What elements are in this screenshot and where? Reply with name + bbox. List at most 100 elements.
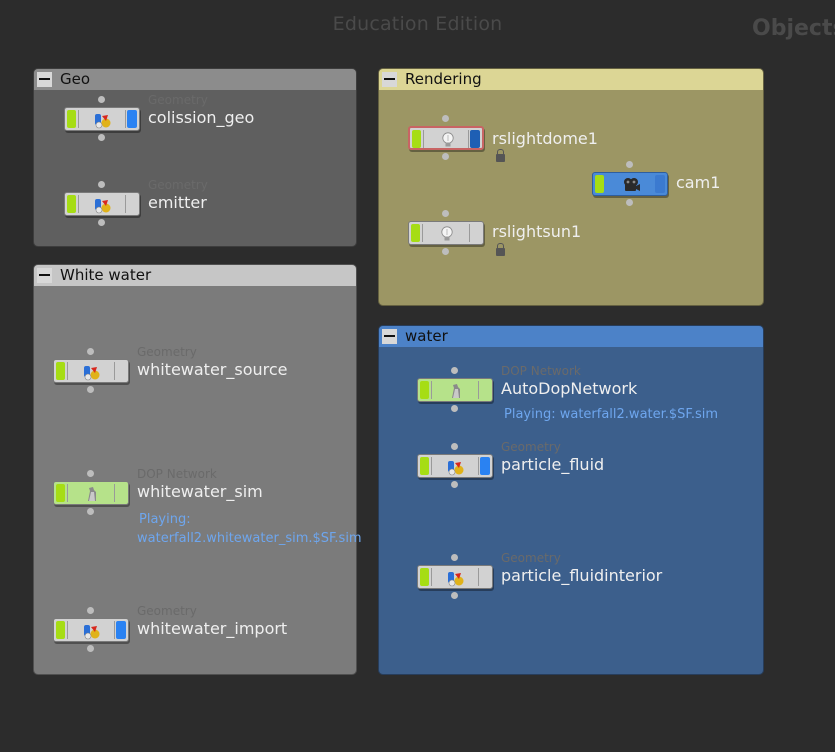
box-header[interactable]: Geo [34, 69, 356, 90]
display-flag[interactable] [420, 568, 429, 586]
node-name-label[interactable]: particle_fluidinterior [501, 566, 662, 585]
input-connector[interactable] [451, 443, 458, 450]
input-connector[interactable] [87, 348, 94, 355]
node-type-label: Geometry [137, 345, 197, 359]
node-name-label[interactable]: cam1 [676, 173, 720, 192]
node-type-label: DOP Network [501, 364, 581, 378]
lock-icon [496, 149, 505, 162]
output-connector[interactable] [451, 592, 458, 599]
display-flag[interactable] [595, 175, 604, 193]
input-connector[interactable] [87, 470, 94, 477]
node-tile[interactable] [53, 481, 129, 505]
node-name-label[interactable]: emitter [148, 193, 207, 212]
node-tile[interactable] [64, 107, 140, 131]
output-connector[interactable] [87, 508, 94, 515]
input-connector[interactable] [442, 115, 449, 122]
input-connector[interactable] [451, 554, 458, 561]
input-connector[interactable] [451, 367, 458, 374]
geometry-icon [93, 111, 113, 129]
display-flag[interactable] [420, 457, 429, 475]
box-title: Geo [60, 70, 91, 88]
output-connector[interactable] [451, 405, 458, 412]
display-flag[interactable] [56, 362, 65, 380]
render-flag[interactable] [655, 175, 665, 193]
input-connector[interactable] [626, 161, 633, 168]
node-name-label[interactable]: whitewater_sim [137, 482, 263, 501]
box-title: White water [60, 266, 152, 284]
display-flag[interactable] [67, 110, 76, 128]
network-box-geo[interactable]: Geo Geometry colission_geo Geometry emit… [33, 68, 357, 247]
node-tile[interactable] [408, 126, 484, 150]
node-name-label[interactable]: particle_fluid [501, 455, 604, 474]
node-tile[interactable] [64, 192, 140, 216]
output-connector[interactable] [87, 386, 94, 393]
render-flag[interactable] [470, 130, 480, 148]
render-flag[interactable] [127, 110, 137, 128]
output-connector[interactable] [442, 153, 449, 160]
box-title: Rendering [405, 70, 482, 88]
node-name-label[interactable]: colission_geo [148, 108, 254, 127]
input-connector[interactable] [98, 181, 105, 188]
node-type-label: DOP Network [137, 467, 217, 481]
node-type-label: Geometry [137, 604, 197, 618]
node-type-label: Geometry [501, 440, 561, 454]
input-connector[interactable] [442, 210, 449, 217]
dop-network-icon [82, 485, 102, 503]
node-type-label: Geometry [501, 551, 561, 565]
collapse-box-button[interactable] [37, 72, 52, 87]
collapse-box-button[interactable] [382, 72, 397, 87]
geometry-icon [446, 458, 466, 476]
geometry-icon [82, 363, 102, 381]
light-bulb-icon [437, 225, 457, 243]
network-context-label: Objects [752, 16, 835, 41]
playing-status: Playing: waterfall2.water.$SF.sim [504, 407, 719, 422]
display-flag[interactable] [67, 195, 76, 213]
display-flag[interactable] [411, 224, 420, 242]
geometry-icon [93, 196, 113, 214]
network-box-rendering[interactable]: Rendering rslightdome1 cam1 rslightsun1 [378, 68, 764, 306]
render-flag[interactable] [116, 621, 126, 639]
input-connector[interactable] [98, 96, 105, 103]
node-type-label: Geometry [148, 178, 208, 192]
box-header[interactable]: water [379, 326, 763, 347]
geometry-icon [446, 569, 466, 587]
box-header[interactable]: White water [34, 265, 356, 286]
playing-status-path: waterfall2.whitewater_sim.$SF.sim [137, 531, 362, 546]
node-tile[interactable] [408, 221, 484, 245]
render-flag[interactable] [480, 457, 490, 475]
geometry-icon [82, 622, 102, 640]
node-tile[interactable] [417, 565, 493, 589]
output-connector[interactable] [626, 199, 633, 206]
output-connector[interactable] [98, 219, 105, 226]
node-tile[interactable] [592, 172, 668, 196]
node-name-label[interactable]: whitewater_source [137, 360, 288, 379]
output-connector[interactable] [98, 134, 105, 141]
output-connector[interactable] [87, 645, 94, 652]
lock-icon [496, 243, 505, 256]
node-tile[interactable] [417, 378, 493, 402]
node-name-label[interactable]: AutoDopNetwork [501, 379, 637, 398]
camera-icon [621, 176, 641, 194]
display-flag[interactable] [56, 621, 65, 639]
display-flag[interactable] [56, 484, 65, 502]
playing-status: Playing: [139, 512, 191, 527]
input-connector[interactable] [87, 607, 94, 614]
node-tile[interactable] [53, 618, 129, 642]
output-connector[interactable] [442, 248, 449, 255]
dop-network-icon [446, 382, 466, 400]
node-name-label[interactable]: whitewater_import [137, 619, 287, 638]
network-box-water[interactable]: water DOP Network AutoDopNetwork Playing… [378, 325, 764, 675]
output-connector[interactable] [451, 481, 458, 488]
node-name-label[interactable]: rslightdome1 [492, 129, 598, 148]
box-title: water [405, 327, 448, 345]
network-box-white-water[interactable]: White water Geometry whitewater_source D… [33, 264, 362, 675]
node-tile[interactable] [53, 359, 129, 383]
node-name-label[interactable]: rslightsun1 [492, 222, 581, 241]
box-header[interactable]: Rendering [379, 69, 763, 90]
display-flag[interactable] [412, 130, 421, 148]
display-flag[interactable] [420, 381, 429, 399]
node-type-label: Geometry [148, 93, 208, 107]
collapse-box-button[interactable] [37, 268, 52, 283]
collapse-box-button[interactable] [382, 329, 397, 344]
node-tile[interactable] [417, 454, 493, 478]
